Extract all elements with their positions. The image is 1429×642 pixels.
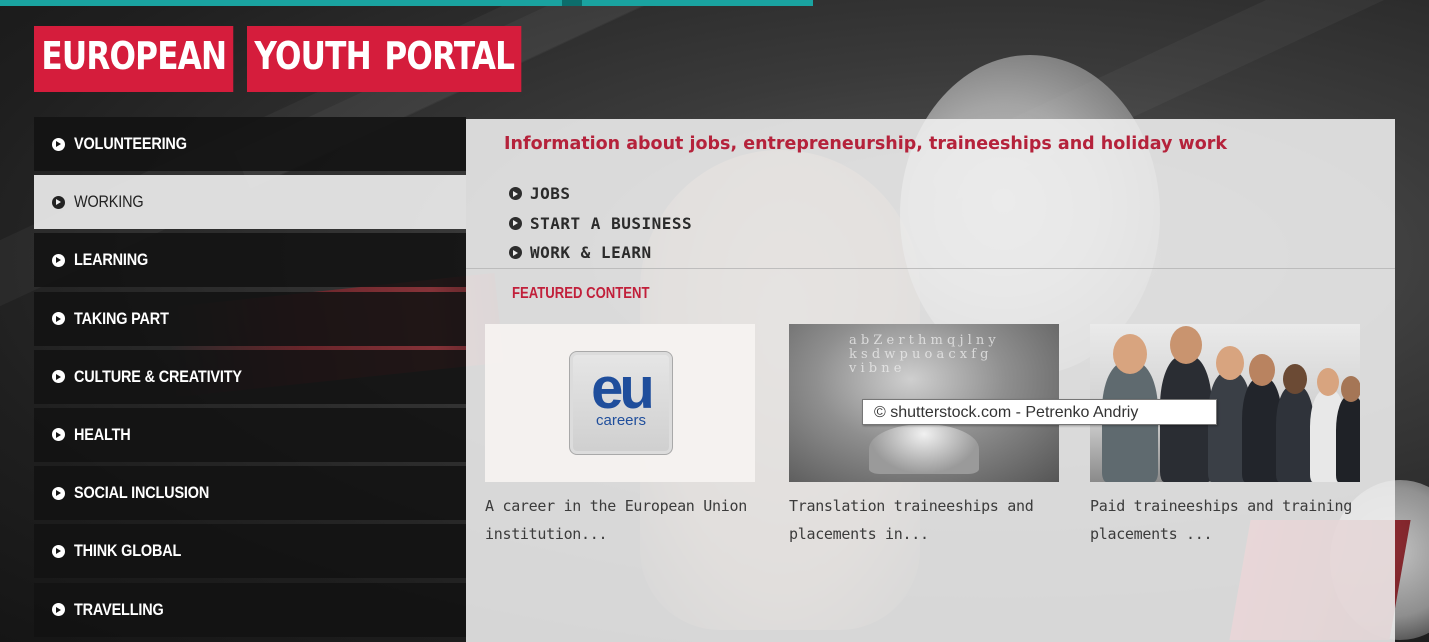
menu-item-label: THINK GLOBAL	[74, 541, 182, 561]
arrow-circle-icon	[52, 603, 65, 616]
card-description[interactable]: Paid traineeships and training placement…	[1090, 492, 1362, 548]
arrow-circle-icon	[52, 486, 65, 500]
featured-card-paid-traineeships[interactable]: Paid traineeships and training placement…	[1090, 324, 1362, 548]
arrow-circle-icon	[509, 246, 522, 260]
card-thumbnail[interactable]: eu careers	[485, 324, 755, 482]
submenu-link-work-learn[interactable]: WORK & LEARN	[509, 238, 692, 268]
menu-item-label: SOCIAL INCLUSION	[74, 483, 210, 503]
menu-item-label: CULTURE & CREATIVITY	[74, 366, 242, 386]
arrow-circle-icon	[52, 370, 65, 384]
card-description[interactable]: Translation traineeships and placements …	[789, 492, 1061, 548]
menu-item-learning[interactable]: LEARNING	[34, 233, 466, 288]
open-book-graphic	[869, 424, 979, 474]
menu-item-taking-part[interactable]: TAKING PART	[34, 291, 466, 346]
menu-item-label: TRAVELLING	[74, 599, 164, 619]
menu-item-social-inclusion[interactable]: SOCIAL INCLUSION	[34, 466, 466, 521]
menu-item-label: VOLUNTEERING	[74, 134, 187, 153]
arrow-circle-icon	[509, 187, 522, 201]
menu-item-label: TAKING PART	[74, 308, 169, 328]
submenu-link-jobs[interactable]: JOBS	[509, 179, 692, 209]
arrow-circle-icon	[52, 312, 65, 326]
submenu-panel: Information about jobs, entrepreneurship…	[466, 119, 1395, 642]
careers-logo-text: careers	[595, 412, 647, 429]
arrow-circle-icon	[509, 216, 522, 230]
featured-card-translation[interactable]: a b Z e r t h m q j l n y k s d w p u o …	[789, 324, 1061, 548]
main-menu: VOLUNTEERING WORKING LEARNING TAKING PAR…	[34, 117, 466, 641]
eu-careers-logo: eu careers	[569, 351, 673, 455]
logo-word-portal: PORTAL	[377, 26, 523, 92]
arrow-circle-icon	[52, 195, 65, 209]
logo-word-european: EUROPEAN	[34, 26, 234, 92]
divider	[466, 268, 1395, 269]
menu-item-label: HEALTH	[74, 424, 131, 444]
featured-content-heading: FEATURED CONTENT	[512, 285, 650, 302]
person-graphic	[1336, 376, 1360, 482]
submenu-links: JOBS START A BUSINESS WORK & LEARN	[509, 179, 692, 268]
panel-heading: Information about jobs, entrepreneurship…	[504, 134, 1228, 154]
person-graphic	[1276, 364, 1314, 482]
menu-item-culture-creativity[interactable]: CULTURE & CREATIVITY	[34, 349, 466, 404]
submenu-link-start-a-business[interactable]: START A BUSINESS	[509, 209, 692, 239]
submenu-link-label: JOBS	[530, 184, 571, 204]
image-credit-tooltip: © shutterstock.com - Petrenko Andriy	[862, 399, 1217, 425]
menu-item-think-global[interactable]: THINK GLOBAL	[34, 524, 466, 579]
featured-card-eu-careers[interactable]: eu careers A career in the European Unio…	[485, 324, 757, 548]
card-description[interactable]: A career in the European Union instituti…	[485, 492, 757, 548]
arrow-circle-icon	[52, 137, 65, 151]
menu-item-health[interactable]: HEALTH	[34, 407, 466, 462]
menu-item-volunteering[interactable]: VOLUNTEERING	[34, 117, 466, 171]
arrow-circle-icon	[52, 428, 65, 442]
arrow-circle-icon	[52, 253, 65, 267]
site-logo[interactable]: EUROPEAN YOUTH PORTAL	[34, 26, 554, 92]
logo-word-youth: YOUTH	[247, 26, 379, 92]
top-bar	[0, 0, 813, 6]
menu-item-label: LEARNING	[74, 250, 149, 270]
menu-item-travelling[interactable]: TRAVELLING	[34, 582, 466, 637]
menu-item-label: WORKING	[74, 192, 144, 212]
submenu-link-label: WORK & LEARN	[530, 243, 652, 263]
submenu-link-label: START A BUSINESS	[530, 213, 693, 233]
menu-item-working[interactable]: WORKING	[34, 175, 466, 230]
arrow-circle-icon	[52, 544, 65, 558]
